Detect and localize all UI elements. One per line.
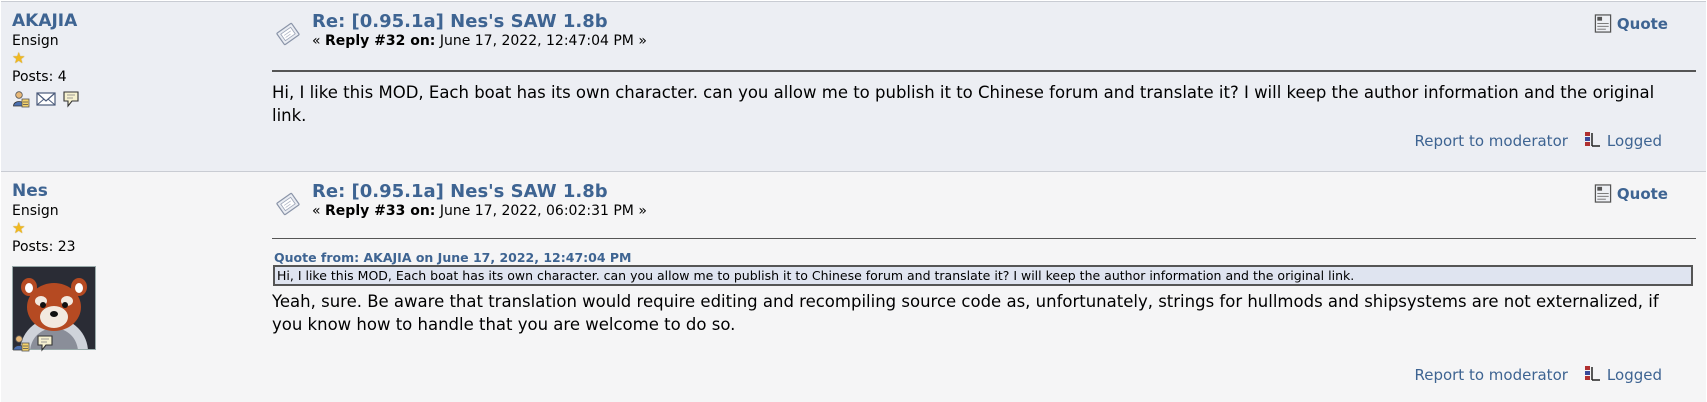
- post-divider: [272, 70, 1696, 72]
- post-date: June 17, 2022, 12:47:04 PM »: [435, 33, 647, 49]
- quote-button[interactable]: Quote: [1594, 14, 1668, 33]
- logged-label: Logged: [1606, 132, 1662, 150]
- message-icon: [273, 22, 303, 46]
- report-to-moderator-link[interactable]: Report to moderator: [1414, 132, 1567, 150]
- reply-prefix: «: [312, 33, 326, 49]
- post-count: Posts: 4: [12, 69, 67, 85]
- poster-info: Nes Ensign ★ Posts: 23: [12, 181, 252, 386]
- post-subject-link[interactable]: Re: [0.95.1a] Nes's SAW 1.8b: [312, 181, 608, 203]
- post-divider: [272, 238, 1696, 239]
- poster-name-link[interactable]: AKAJIA: [12, 11, 252, 31]
- poster-icons: [12, 90, 80, 108]
- logged-ip-icon: [1584, 131, 1604, 151]
- logged-ip-icon: [1584, 365, 1604, 385]
- email-icon[interactable]: [36, 90, 56, 108]
- post-meta: « Reply #32 on: June 17, 2022, 12:47:04 …: [312, 32, 647, 50]
- profile-icon[interactable]: [12, 90, 30, 108]
- post-subject-link[interactable]: Re: [0.95.1a] Nes's SAW 1.8b: [312, 11, 608, 33]
- rank-star-icon: ★: [12, 49, 26, 67]
- post-body: Hi, I like this MOD, Each boat has its o…: [272, 83, 1655, 125]
- logged-label: Logged: [1606, 366, 1662, 384]
- quote-header-link[interactable]: Quote from: AKAJIA on June 17, 2022, 12:…: [274, 250, 631, 265]
- forum-post: AKAJIA Ensign ★ Posts: 4 Re: [0.95.1a] N…: [1, 1, 1706, 171]
- post-meta: « Reply #33 on: June 17, 2022, 06:02:31 …: [312, 202, 647, 220]
- quote-label: Quote: [1616, 14, 1668, 33]
- post-date: June 17, 2022, 06:02:31 PM »: [435, 203, 647, 219]
- poster-info: AKAJIA Ensign ★ Posts: 4: [12, 11, 252, 86]
- reply-number: Reply #32 on:: [325, 33, 436, 49]
- quote-label: Quote: [1616, 184, 1668, 203]
- poster-rank: Ensign: [12, 203, 59, 219]
- post-footer: Report to moderator Logged: [1414, 365, 1662, 385]
- post-count: Posts: 23: [12, 239, 76, 255]
- quote-icon: [1594, 184, 1612, 203]
- poster-icons: [12, 334, 54, 352]
- pm-icon[interactable]: [62, 90, 80, 108]
- profile-icon[interactable]: [12, 334, 30, 352]
- pm-icon[interactable]: [36, 334, 54, 352]
- reply-prefix: «: [312, 203, 326, 219]
- forum-post: Nes Ensign ★ Posts: 23 Re: [0.95.1a] Nes…: [1, 171, 1706, 402]
- post-footer: Report to moderator Logged: [1414, 131, 1662, 151]
- post-body: Yeah, sure. Be aware that translation wo…: [272, 292, 1659, 334]
- rank-star-icon: ★: [12, 219, 26, 237]
- quote-button[interactable]: Quote: [1594, 184, 1668, 203]
- quote-icon: [1594, 14, 1612, 33]
- poster-rank: Ensign: [12, 33, 59, 49]
- reply-number: Reply #33 on:: [325, 203, 436, 219]
- quote-box: Hi, I like this MOD, Each boat has its o…: [273, 265, 1693, 286]
- message-icon: [273, 192, 303, 216]
- report-to-moderator-link[interactable]: Report to moderator: [1414, 366, 1567, 384]
- poster-name-link[interactable]: Nes: [12, 181, 252, 201]
